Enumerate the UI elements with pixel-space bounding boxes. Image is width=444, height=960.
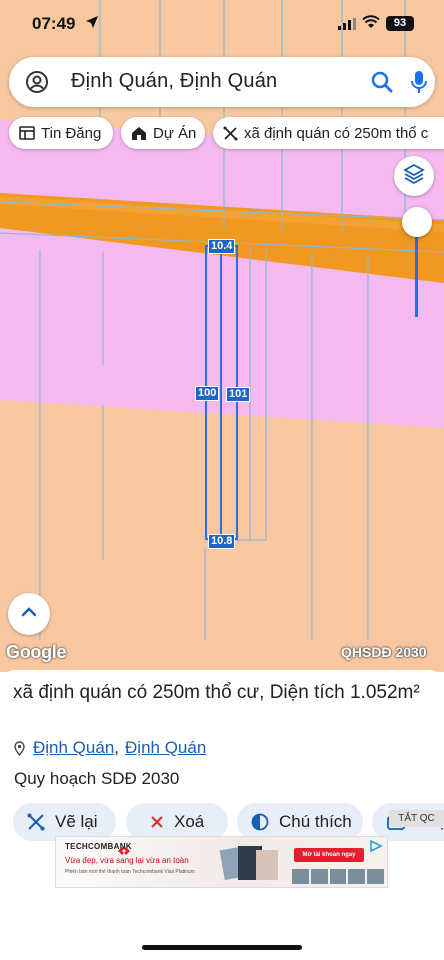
layers-button[interactable] [394, 156, 434, 196]
parcel-number-right[interactable]: 101 [226, 387, 251, 402]
ad-choices-icon[interactable] [369, 839, 383, 857]
ad-banner[interactable]: TECHCOMBANK Vừa đẹp, vừa sang lại vừa an… [55, 836, 388, 888]
cell-signal-icon [338, 17, 356, 35]
expand-button[interactable] [8, 593, 50, 635]
search-bar[interactable]: Định Quán, Định Quán [9, 57, 435, 107]
chip-label: Dự Án [153, 124, 197, 142]
mic-icon[interactable] [409, 69, 429, 100]
parcel-width-bottom-label: 10.8 [208, 534, 236, 549]
search-input[interactable]: Định Quán, Định Quán [71, 70, 277, 93]
pin-icon [14, 740, 25, 756]
opacity-slider-knob[interactable] [402, 207, 432, 237]
google-logo: Google [6, 642, 67, 662]
status-time: 07:49 [32, 14, 76, 33]
chevron-up-icon [21, 605, 37, 623]
layers-icon [403, 163, 425, 190]
battery-icon: 93 [386, 16, 414, 31]
redraw-icon [27, 813, 45, 831]
card-image [219, 845, 278, 881]
parcel-width-top-label: 10.4 [208, 239, 236, 254]
action-label: Xoá [174, 812, 205, 831]
ruler-icon [223, 126, 238, 141]
listing-icon [19, 126, 35, 140]
chip-measurement[interactable]: xã định quán có 250m thổ c [213, 117, 444, 149]
chip-du-an[interactable]: Dự Án [121, 117, 205, 149]
chip-tin-dang[interactable]: Tin Đăng [9, 117, 113, 149]
chip-label: Tin Đăng [41, 124, 102, 142]
bottom-sheet: xã định quán có 250m thổ cư, Diện tích 1… [0, 670, 444, 960]
house-icon [131, 126, 147, 141]
ad-cta-button[interactable]: Mở tài khoản ngay [294, 848, 364, 862]
wifi-icon [362, 15, 380, 34]
parcel-number-left[interactable]: 100 [195, 386, 220, 401]
map-layer-label: QHSDĐ 2030 [341, 644, 427, 660]
account-icon[interactable] [25, 70, 49, 99]
ad-tagline: Vừa đẹp, vừa sang lại vừa an toàn [65, 856, 189, 865]
legend-icon [251, 813, 269, 831]
action-label: Chú thích [279, 812, 352, 831]
home-indicator [142, 945, 302, 950]
ward-link[interactable]: Định Quán [33, 738, 114, 758]
map-view[interactable]: 10.4 100 101 10.8 07:49 93 Định Quán, Đị… [0, 0, 444, 672]
status-bar: 07:49 93 [0, 0, 444, 48]
action-label: Vẽ lại [55, 812, 98, 831]
ad-thumbnails [292, 869, 384, 884]
location-arrow-icon [85, 15, 99, 34]
parcel-title: xã định quán có 250m thổ cư, Diện tích 1… [13, 682, 420, 703]
chip-label: xã định quán có 250m thổ c [244, 124, 429, 142]
hide-ads-button[interactable]: TẮT QC [389, 810, 444, 827]
district-link[interactable]: Định Quán [125, 738, 206, 758]
plan-label: Quy hoạch SDĐ 2030 [14, 769, 180, 788]
close-icon [150, 815, 164, 829]
location-separator: , [114, 738, 120, 757]
location-row: Định Quán , Định Quán [14, 738, 206, 758]
ad-subline: Phiên bản mới thẻ thanh toán Techcombank… [65, 869, 195, 875]
search-icon[interactable] [370, 70, 394, 99]
